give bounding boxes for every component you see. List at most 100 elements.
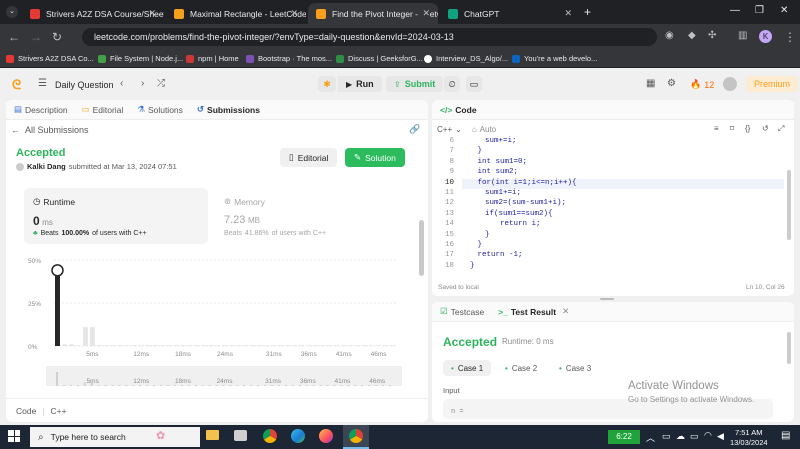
code-editor[interactable]: 6 sum+=i; 7} 8 int sum1=0; 9 int sum2; 10 for(in… [432,137,784,273]
tab-test-result[interactable]: >_ Test Result ✕ [498,306,569,317]
bookmark-icon[interactable]: ⌑ [730,124,734,133]
leetcode-logo-icon[interactable]: ᘓ [12,77,21,93]
extensions-puzzle-icon[interactable]: ✣ [708,30,716,41]
chrome-icon[interactable] [263,429,277,443]
bookmark-item[interactable]: Strivers A2Z DSA Co... [6,54,94,63]
taskbar-search-box[interactable]: ⌕ Type here to search [30,427,200,447]
editorial-button[interactable]: ▯ Editorial [280,148,338,167]
settings-gear-icon[interactable]: ⚙ [667,78,676,89]
panel-resize-handle[interactable] [600,298,614,300]
address-bar[interactable]: leetcode.com/problems/find-the-pivot-int… [82,28,657,46]
submit-button[interactable]: ⇪ Submit [386,76,444,92]
case-1-tab[interactable]: • Case 1 [443,360,492,376]
firefox-icon[interactable] [319,429,333,443]
battery-indicator[interactable]: 6:22 [608,430,640,444]
layout-icon[interactable]: ▦ [646,78,655,89]
format-icon[interactable]: ≡ [714,124,719,133]
clock-icon: ◷ [33,196,41,206]
solution-button[interactable]: ✎ Solution [345,148,405,167]
notifications-icon[interactable]: ▤ [781,430,790,441]
streak-counter[interactable]: 🔥 12 [690,79,714,90]
tray-app-icon[interactable]: ▭ [662,431,671,442]
forward-icon[interactable]: → [30,30,42,44]
browser-tab[interactable]: Strivers A2Z DSA Course/Sheet ✕ [22,3,164,24]
tab-title: Maximal Rectangle - LeetCode [190,8,306,19]
problem-list-icon[interactable]: ☰ [38,78,47,89]
bookmark-item[interactable]: You're a web develo... [512,54,597,63]
tab-code[interactable]: </> Code [440,105,477,115]
extension-icon[interactable]: ◆ [688,30,696,41]
auto-mode-toggle[interactable]: ⌂ Auto [472,125,496,134]
timer-icon[interactable]: ⏲ [444,76,460,92]
result-scrollbar[interactable] [787,332,791,364]
runtime-card[interactable]: ◷ Runtime 0 ms ♣ Beats 100.00% of users w… [24,188,208,244]
language-select[interactable]: C++ ⌄ [437,125,462,134]
all-submissions-link[interactable]: ← All Submissions [11,125,89,135]
reset-icon[interactable]: ↺ [762,124,769,133]
tab-submissions[interactable]: ↺ Submissions [197,104,260,115]
tab-description[interactable]: ▤ Description [14,104,68,115]
browser-tab[interactable]: Maximal Rectangle - LeetCode ✕ [166,3,306,24]
new-tab-button[interactable]: + [584,5,591,19]
case-3-tab[interactable]: • Case 3 [554,360,596,376]
checkbox-icon: ☑ [440,306,448,316]
editor-toolbar: C++ ⌄ ⌂ Auto [432,120,794,138]
bookmark-item[interactable]: Interview_DS_Algo/... [424,54,508,63]
tab-search-icon[interactable]: ⌄ [6,6,18,18]
close-icon[interactable]: ✕ [562,306,569,317]
tab-close-icon[interactable]: ✕ [419,8,430,19]
premium-button[interactable]: Premium [746,76,799,92]
runtime-distribution-chart[interactable]: 50% 25% 0% 5ms 12ms 18ms 24ms 31ms 36ms 41ms 46ms 5… [24,250,402,390]
browser-tab[interactable]: ChatGPT ✕ [440,3,580,24]
clock-date[interactable]: 13/03/2024 [730,438,768,447]
onedrive-icon[interactable]: ☁ [676,431,685,442]
battery-icon[interactable]: ▭ [690,431,699,442]
run-button[interactable]: ▶ Run [338,76,382,92]
browser-tab-active[interactable]: Find the Pivot Integer - LeetCode ✕ [308,3,438,24]
tab-testcase[interactable]: ☑ Testcase [440,306,484,317]
file-explorer-icon[interactable] [206,430,219,440]
tab-solutions[interactable]: ⚗ Solutions [137,104,183,115]
bookmark-item[interactable]: Discuss | GeeksforG... [336,54,423,63]
fullscreen-icon[interactable]: ⤢ [778,124,784,134]
notes-icon[interactable]: ▭ [466,76,482,92]
close-window-icon[interactable]: ✕ [780,5,788,16]
wifi-icon[interactable]: ◠ [704,430,712,441]
edge-icon[interactable] [291,429,305,443]
bookmark-item[interactable]: File System | Node.j... [98,54,183,63]
overview-bar [132,385,135,386]
camera-app-icon[interactable] [234,430,247,441]
shuffle-icon[interactable]: ⤮ [157,78,165,89]
case-2-tab[interactable]: • Case 2 [500,360,542,376]
tab-close-icon[interactable]: ✕ [148,8,156,19]
tab-close-icon[interactable]: ✕ [290,8,298,19]
back-icon[interactable]: ← [8,30,20,44]
menu-icon[interactable]: ⋮ [784,30,796,44]
editor-scrollbar[interactable] [787,170,791,240]
prev-problem-icon[interactable]: ‹ [120,78,123,89]
next-problem-icon[interactable]: › [141,78,144,89]
bookmark-item[interactable]: npm | Home [186,54,239,63]
tab-editorial[interactable]: ▭ Editorial [82,104,124,115]
share-link-icon[interactable]: 🔗 [409,124,420,135]
braces-icon[interactable]: {} [745,124,750,133]
minimize-icon[interactable]: — [730,5,740,16]
profile-avatar[interactable]: K [759,30,772,43]
tab-close-icon[interactable]: ✕ [564,8,572,19]
scrollbar[interactable] [419,220,424,276]
tray-chevron-icon[interactable]: ︿ [646,431,655,444]
chart-bar [362,345,368,346]
debug-button[interactable]: ✱ [318,76,336,92]
memory-card[interactable]: ⊛ Memory 7.23 MB Beats 41.86% of users wi… [216,188,400,244]
chrome-active-icon[interactable] [343,425,369,449]
extension-icon[interactable]: ◉ [665,30,674,41]
user-avatar[interactable] [723,77,737,91]
windows-start-icon[interactable] [8,430,20,442]
volume-icon[interactable]: ◀ [717,431,724,442]
reload-icon[interactable]: ↻ [52,30,62,44]
clock-time[interactable]: 7:51 AM [735,428,763,437]
problem-list-title[interactable]: Daily Question [55,80,114,90]
side-panel-icon[interactable]: ▥ [738,30,747,41]
restore-icon[interactable]: ❐ [755,5,764,16]
bookmark-item[interactable]: Bootstrap · The mos... [246,54,332,63]
